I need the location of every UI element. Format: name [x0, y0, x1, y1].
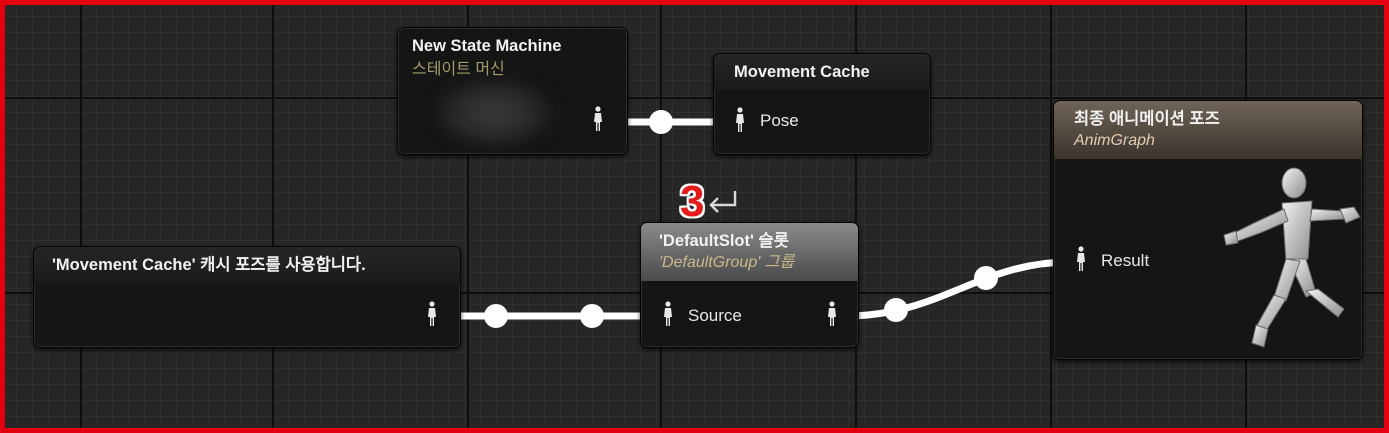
node-title: 최종 애니메이션 포즈	[1074, 110, 1220, 128]
movement-cache-node[interactable]: Movement Cache	[713, 53, 931, 155]
node-title: New State Machine	[412, 37, 562, 55]
pose-pin-label: Pose	[760, 111, 799, 130]
node-subtitle: 'DefaultGroup' 그룹	[659, 254, 795, 271]
node-subtitle: AnimGraph	[1074, 132, 1155, 149]
source-pin-label: Source	[688, 306, 742, 325]
pose-pin-icon[interactable]	[734, 107, 746, 133]
node-header: 'DefaultSlot' 슬롯 'DefaultGroup' 그룹	[641, 223, 858, 281]
wire-slot-to-result[interactable]	[842, 258, 1074, 320]
enter-arrow-icon	[709, 191, 737, 213]
node-preview-blur	[434, 78, 554, 148]
node-header: 'Movement Cache' 캐시 포즈를 사용합니다.	[34, 247, 460, 285]
node-title: 'Movement Cache' 캐시 포즈를 사용합니다.	[52, 256, 366, 274]
node-title: 'DefaultSlot' 슬롯	[659, 232, 789, 250]
final-animation-pose-node[interactable]: 최종 애니메이션 포즈 AnimGraph	[1053, 100, 1363, 360]
result-pin-label: Result	[1101, 251, 1150, 270]
node-header: 최종 애니메이션 포즈 AnimGraph	[1054, 101, 1362, 159]
node-title: Movement Cache	[734, 63, 870, 81]
pose-pin-icon[interactable]	[826, 301, 838, 327]
default-slot-node[interactable]: 'DefaultSlot' 슬롯 'DefaultGroup' 그룹	[640, 222, 859, 348]
use-cached-pose-node[interactable]: 'Movement Cache' 캐시 포즈를 사용합니다.	[33, 246, 461, 348]
step-number-badge: 3	[680, 177, 705, 226]
node-header: New State Machine 스테이트 머신	[398, 28, 627, 80]
state-machine-node[interactable]: New State Machine 스테이트 머신	[397, 27, 628, 155]
pose-pin-icon[interactable]	[592, 106, 604, 132]
node-subtitle: 스테이트 머신	[412, 61, 505, 78]
wire-reroute-dot[interactable]	[484, 304, 508, 328]
pose-pin-icon[interactable]	[426, 301, 438, 327]
node-header: Movement Cache	[714, 54, 930, 90]
wire-reroute-dot[interactable]	[580, 304, 604, 328]
wire-reroute-dot[interactable]	[974, 266, 998, 290]
wire-reroute-dot[interactable]	[884, 298, 908, 322]
pose-pin-icon[interactable]	[1075, 246, 1087, 272]
wire-reroute-dot[interactable]	[649, 110, 673, 134]
pose-pin-icon[interactable]	[662, 301, 674, 327]
running-mannequin-icon	[1223, 167, 1361, 348]
